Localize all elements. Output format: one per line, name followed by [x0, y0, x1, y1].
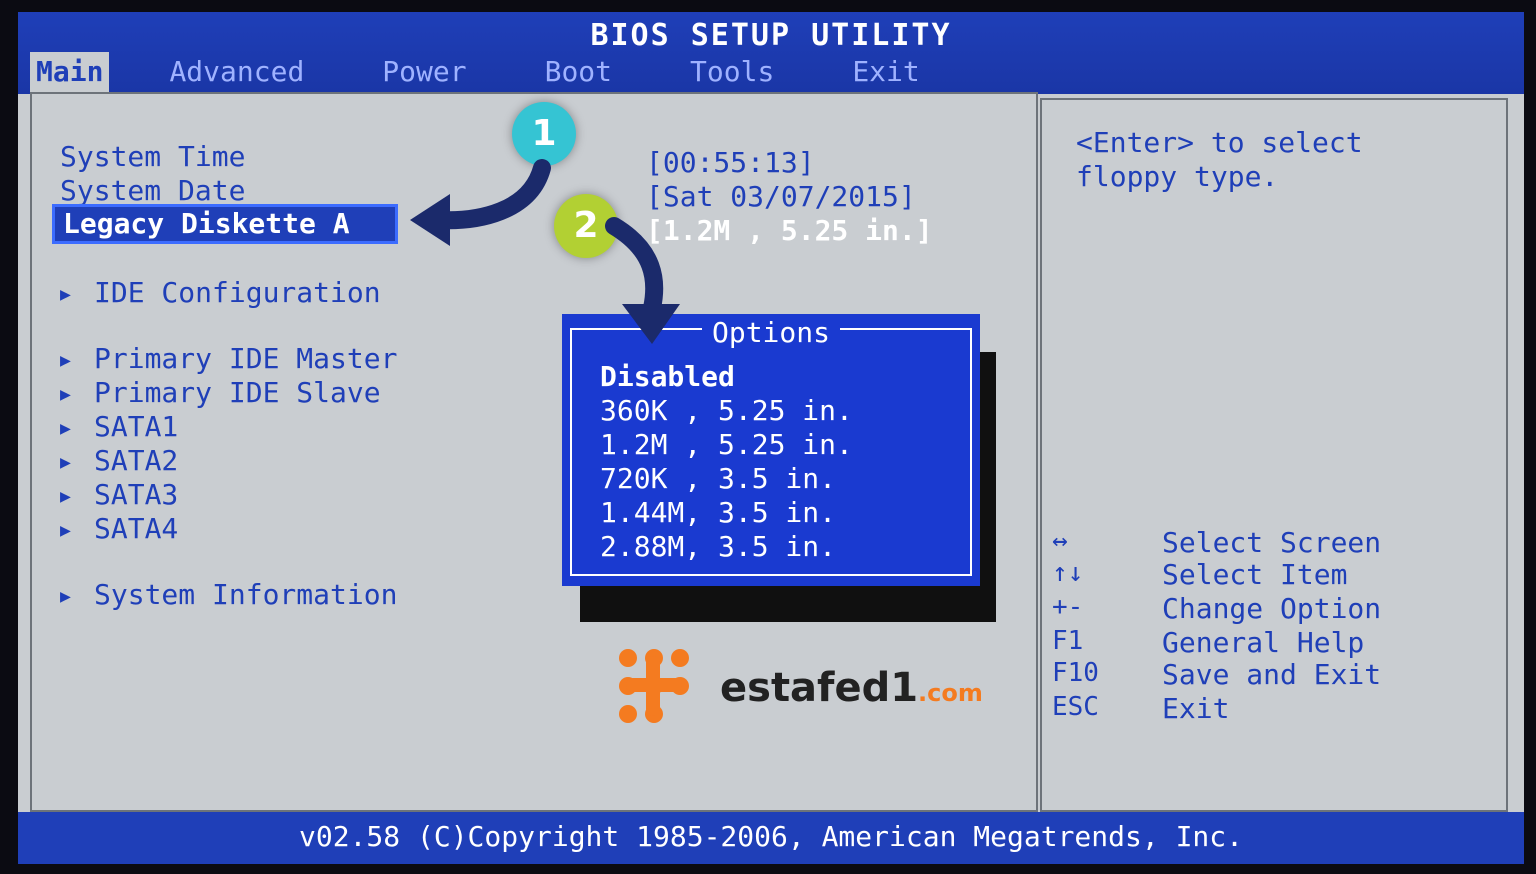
tab-boot[interactable]: Boot: [527, 52, 630, 92]
estafed-logo-icon: [619, 649, 689, 723]
key-select-screen: ↔: [1052, 526, 1068, 556]
key-change-option-desc: Change Option: [1162, 592, 1382, 625]
popup-title: Options: [562, 316, 980, 349]
key-general-help-desc: General Help: [1162, 626, 1365, 659]
options-popup: Options Disabled 360K , 5.25 in. 1.2M , …: [562, 314, 980, 586]
help-description-line-2: floppy type.: [1076, 160, 1279, 193]
tab-power[interactable]: Power: [364, 52, 484, 92]
help-panel: [1040, 98, 1508, 812]
system-time-value[interactable]: [00:55:13]: [646, 146, 815, 179]
window-title: BIOS SETUP UTILITY: [590, 18, 952, 53]
option-12m-525[interactable]: 1.2M , 5.25 in.: [600, 428, 853, 461]
help-description-line-1: <Enter> to select: [1076, 126, 1363, 159]
key-save-exit: F10: [1052, 658, 1099, 688]
system-date-value[interactable]: [Sat 03/07/2015]: [646, 180, 916, 213]
annotation-badge-2: 2: [554, 194, 618, 258]
system-date-label[interactable]: System Date: [60, 174, 245, 207]
tab-exit[interactable]: Exit: [834, 52, 937, 92]
annotation-badge-1: 1: [512, 102, 576, 166]
tab-bar: Main Advanced Power Boot Tools Exit: [30, 52, 980, 92]
legacy-diskette-a-item[interactable]: Legacy Diskette A: [52, 204, 398, 244]
tab-tools[interactable]: Tools: [672, 52, 792, 92]
system-time-label[interactable]: System Time: [60, 140, 245, 173]
submenu-primary-ide-slave[interactable]: Primary IDE Slave: [60, 376, 381, 409]
option-360k-525[interactable]: 360K , 5.25 in.: [600, 394, 853, 427]
submenu-sata2[interactable]: SATA2: [60, 444, 178, 477]
copyright-footer: v02.58 (C)Copyright 1985-2006, American …: [18, 812, 1524, 864]
key-select-item: ↑↓: [1052, 558, 1084, 588]
submenu-ide-configuration[interactable]: IDE Configuration: [60, 276, 381, 309]
tab-main[interactable]: Main: [30, 52, 110, 92]
title-bar: BIOS SETUP UTILITY Main Advanced Power B…: [18, 12, 1524, 94]
bios-screen: BIOS SETUP UTILITY Main Advanced Power B…: [18, 12, 1524, 864]
key-select-item-desc: Select Item: [1162, 558, 1348, 591]
submenu-primary-ide-master[interactable]: Primary IDE Master: [60, 342, 397, 375]
watermark-text: estafed1.com: [720, 665, 983, 711]
submenu-sata3[interactable]: SATA3: [60, 478, 178, 511]
submenu-sata4[interactable]: SATA4: [60, 512, 178, 545]
legacy-diskette-a-value[interactable]: [1.2M , 5.25 in.]: [646, 214, 933, 247]
key-select-screen-desc: Select Screen: [1162, 526, 1382, 559]
key-exit-desc: Exit: [1162, 692, 1230, 725]
key-exit: ESC: [1052, 692, 1099, 722]
option-144m-35[interactable]: 1.44M, 3.5 in.: [600, 496, 836, 529]
option-720k-35[interactable]: 720K , 3.5 in.: [600, 462, 836, 495]
submenu-sata1[interactable]: SATA1: [60, 410, 178, 443]
option-disabled[interactable]: Disabled: [600, 360, 735, 393]
submenu-system-information[interactable]: System Information: [60, 578, 397, 611]
key-change-option: +-: [1052, 592, 1084, 622]
option-288m-35[interactable]: 2.88M, 3.5 in.: [600, 530, 836, 563]
key-save-exit-desc: Save and Exit: [1162, 658, 1382, 691]
tab-advanced[interactable]: Advanced: [151, 52, 322, 92]
key-general-help: F1: [1052, 626, 1084, 656]
watermark-logo: estafed1.com: [618, 648, 983, 728]
